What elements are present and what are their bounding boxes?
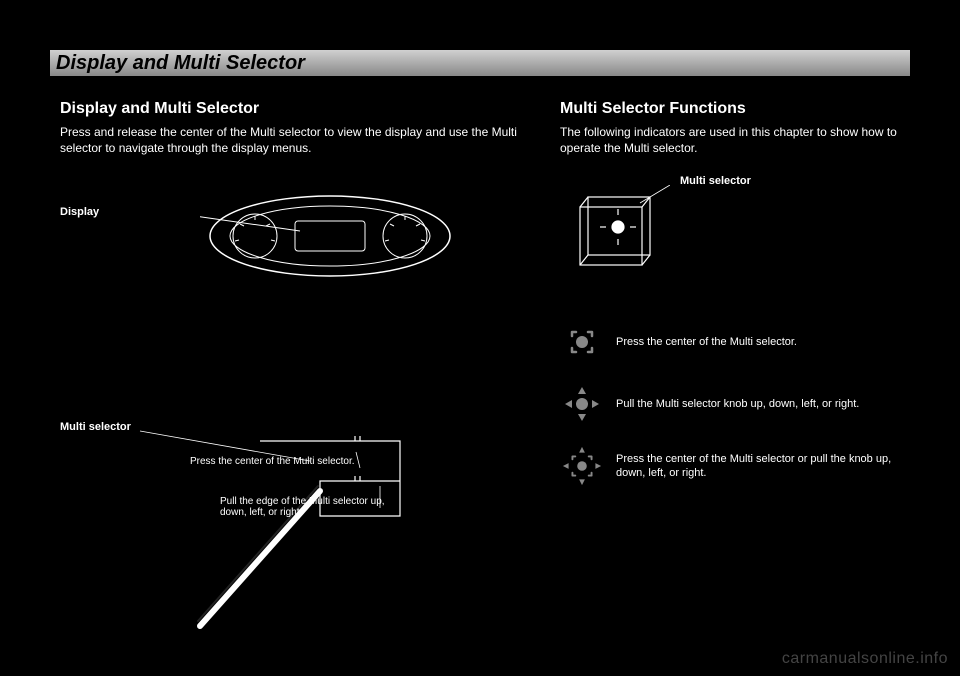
press-and-pull-icon [560, 444, 604, 488]
icon-row-pull-direction: Pull the Multi selector knob up, down, l… [560, 382, 900, 426]
hint-pull-directions: Pull the edge of the Multi selector up, … [220, 496, 400, 518]
icon-text: Press the center of the Multi selector. [616, 335, 797, 349]
intro-text-right: The following indicators are used in thi… [560, 124, 900, 156]
icon-text: Press the center of the Multi selector o… [616, 452, 900, 481]
intro-text-left: Press and release the center of the Mult… [60, 124, 520, 156]
section-title-right: Multi Selector Functions [560, 100, 900, 118]
section-title-left: Display and Multi Selector [60, 100, 520, 118]
hint-press-center: Press the center of the Multi selector. [190, 456, 360, 467]
page-header: Display and Multi Selector [50, 50, 910, 76]
display-label: Display [60, 206, 160, 218]
multi-selector-label: Multi selector [60, 421, 131, 433]
instrument-cluster-icon [200, 186, 460, 286]
page-title: Display and Multi Selector [56, 52, 305, 75]
icon-row-press-center: Press the center of the Multi selector. [560, 320, 900, 364]
watermark: carmanualsonline.info [782, 650, 948, 668]
dashboard-illustration: Display [60, 176, 480, 376]
multi-selector-closeup: Multi selector Press the center of the M… [60, 426, 480, 646]
press-center-icon [560, 320, 604, 364]
pull-direction-icon [560, 382, 604, 426]
icon-text: Pull the Multi selector knob up, down, l… [616, 397, 859, 411]
right-column: Multi Selector Functions The following i… [560, 100, 900, 506]
left-column: Display and Multi Selector Press and rel… [60, 100, 520, 646]
icon-row-press-and-pull: Press the center of the Multi selector o… [560, 444, 900, 488]
